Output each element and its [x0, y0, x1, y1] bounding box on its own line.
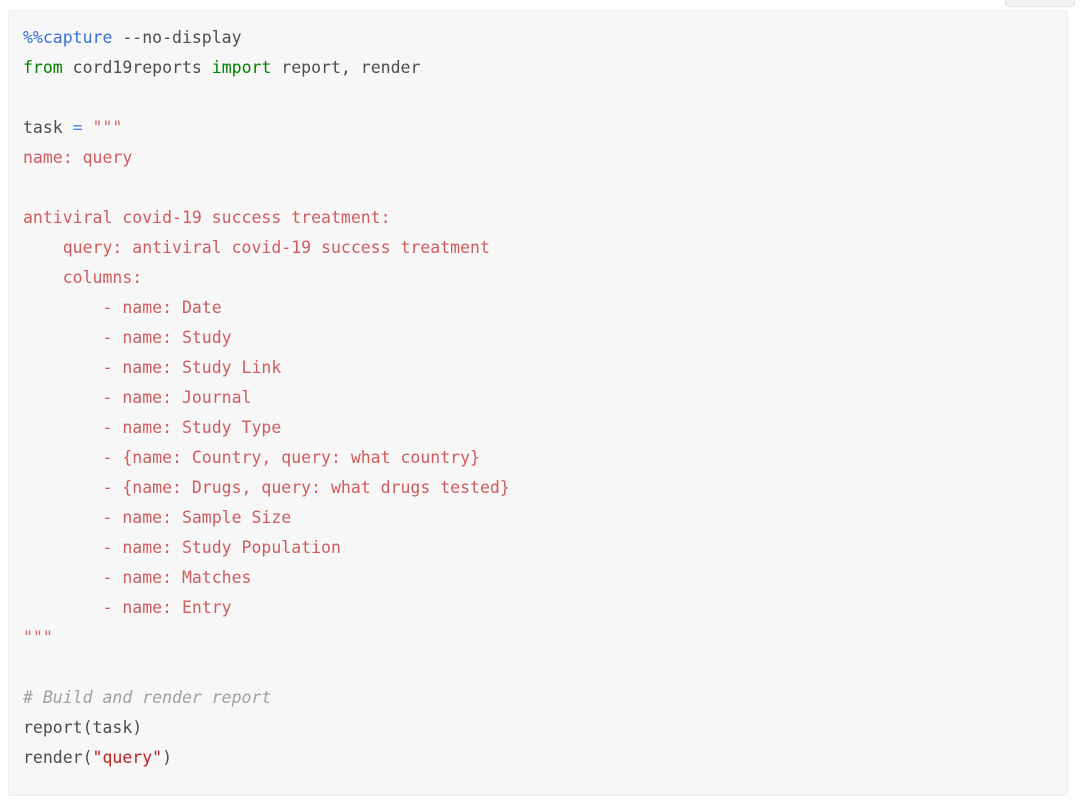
- code-line[interactable]: - name: Matches: [23, 563, 1067, 593]
- code-line[interactable]: - name: Study Population: [23, 533, 1067, 563]
- code-token-yaml: - name: Study Population: [23, 538, 341, 557]
- code-token-yaml: - name: Sample Size: [23, 508, 292, 527]
- code-token-plain: --no-display: [112, 28, 242, 47]
- code-token-plain: report, render: [271, 58, 421, 77]
- code-line[interactable]: columns:: [23, 263, 1067, 293]
- code-token-plain: task: [23, 118, 73, 137]
- code-line[interactable]: - name: Sample Size: [23, 503, 1067, 533]
- code-token-keyword: from: [23, 58, 63, 77]
- code-token-plain: cord19reports: [62, 58, 212, 77]
- code-token-operator: =: [72, 118, 83, 137]
- code-line[interactable]: - name: Study Link: [23, 353, 1067, 383]
- code-line[interactable]: [23, 83, 1067, 113]
- code-line[interactable]: render("query"): [23, 743, 1067, 773]
- code-line[interactable]: [23, 653, 1067, 683]
- code-cell[interactable]: %%capture --no-display from cord19reports…: [8, 10, 1068, 796]
- code-line[interactable]: name: query: [23, 143, 1067, 173]
- code-line[interactable]: - {name: Country, query: what country}: [23, 443, 1067, 473]
- code-token-yaml: - name: Matches: [23, 568, 252, 587]
- code-token-yaml: - name: Study: [23, 328, 232, 347]
- code-token-yaml: - {name: Country, query: what country}: [23, 448, 480, 467]
- code-token-yaml: - name: Date: [23, 298, 222, 317]
- code-token-plain: report(task): [23, 718, 143, 737]
- code-line[interactable]: - name: Journal: [23, 383, 1067, 413]
- code-editor[interactable]: %%capture --no-display from cord19reports…: [23, 23, 1067, 773]
- code-token-tripq: """: [23, 628, 53, 647]
- code-line[interactable]: - name: Study: [23, 323, 1067, 353]
- code-token-plain: render(: [23, 748, 93, 767]
- code-token-yaml: antiviral covid-19 success treatment:: [23, 208, 391, 227]
- code-line[interactable]: antiviral covid-19 success treatment:: [23, 203, 1067, 233]
- code-token-comment: # Build and render report: [23, 688, 272, 707]
- code-line[interactable]: report(task): [23, 713, 1067, 743]
- code-token-yaml: - name: Study Link: [23, 358, 282, 377]
- code-token-yaml: - {name: Drugs, query: what drugs tested…: [23, 478, 510, 497]
- code-token-yaml: - name: Entry: [23, 598, 232, 617]
- code-line[interactable]: %%capture --no-display: [23, 23, 1067, 53]
- code-line[interactable]: task = """: [23, 113, 1067, 143]
- code-token-tripq: """: [92, 118, 123, 137]
- code-token-magic: %%capture: [23, 28, 113, 47]
- code-token-plain: ): [162, 748, 173, 767]
- code-token-yaml: - name: Study Type: [23, 418, 282, 437]
- code-line[interactable]: query: antiviral covid-19 success treatm…: [23, 233, 1067, 263]
- notebook-canvas: %%capture --no-display from cord19reports…: [0, 0, 1080, 810]
- code-line[interactable]: - name: Date: [23, 293, 1067, 323]
- code-token-yaml: columns:: [23, 268, 143, 287]
- code-line[interactable]: - {name: Drugs, query: what drugs tested…: [23, 473, 1067, 503]
- code-token-string: "query": [92, 748, 163, 767]
- code-token-yaml: - name: Journal: [23, 388, 252, 407]
- code-line[interactable]: [23, 173, 1067, 203]
- code-line[interactable]: # Build and render report: [23, 683, 1067, 713]
- code-line[interactable]: """: [23, 623, 1067, 653]
- code-token-yaml: name: query: [23, 148, 133, 167]
- code-token-yaml: query: antiviral covid-19 success treatm…: [23, 238, 490, 257]
- code-token-keyword: import: [211, 58, 272, 77]
- code-line[interactable]: from cord19reports import report, render: [23, 53, 1067, 83]
- code-line[interactable]: - name: Study Type: [23, 413, 1067, 443]
- clipped-toolbar-fragment[interactable]: [1005, 0, 1075, 7]
- code-line[interactable]: - name: Entry: [23, 593, 1067, 623]
